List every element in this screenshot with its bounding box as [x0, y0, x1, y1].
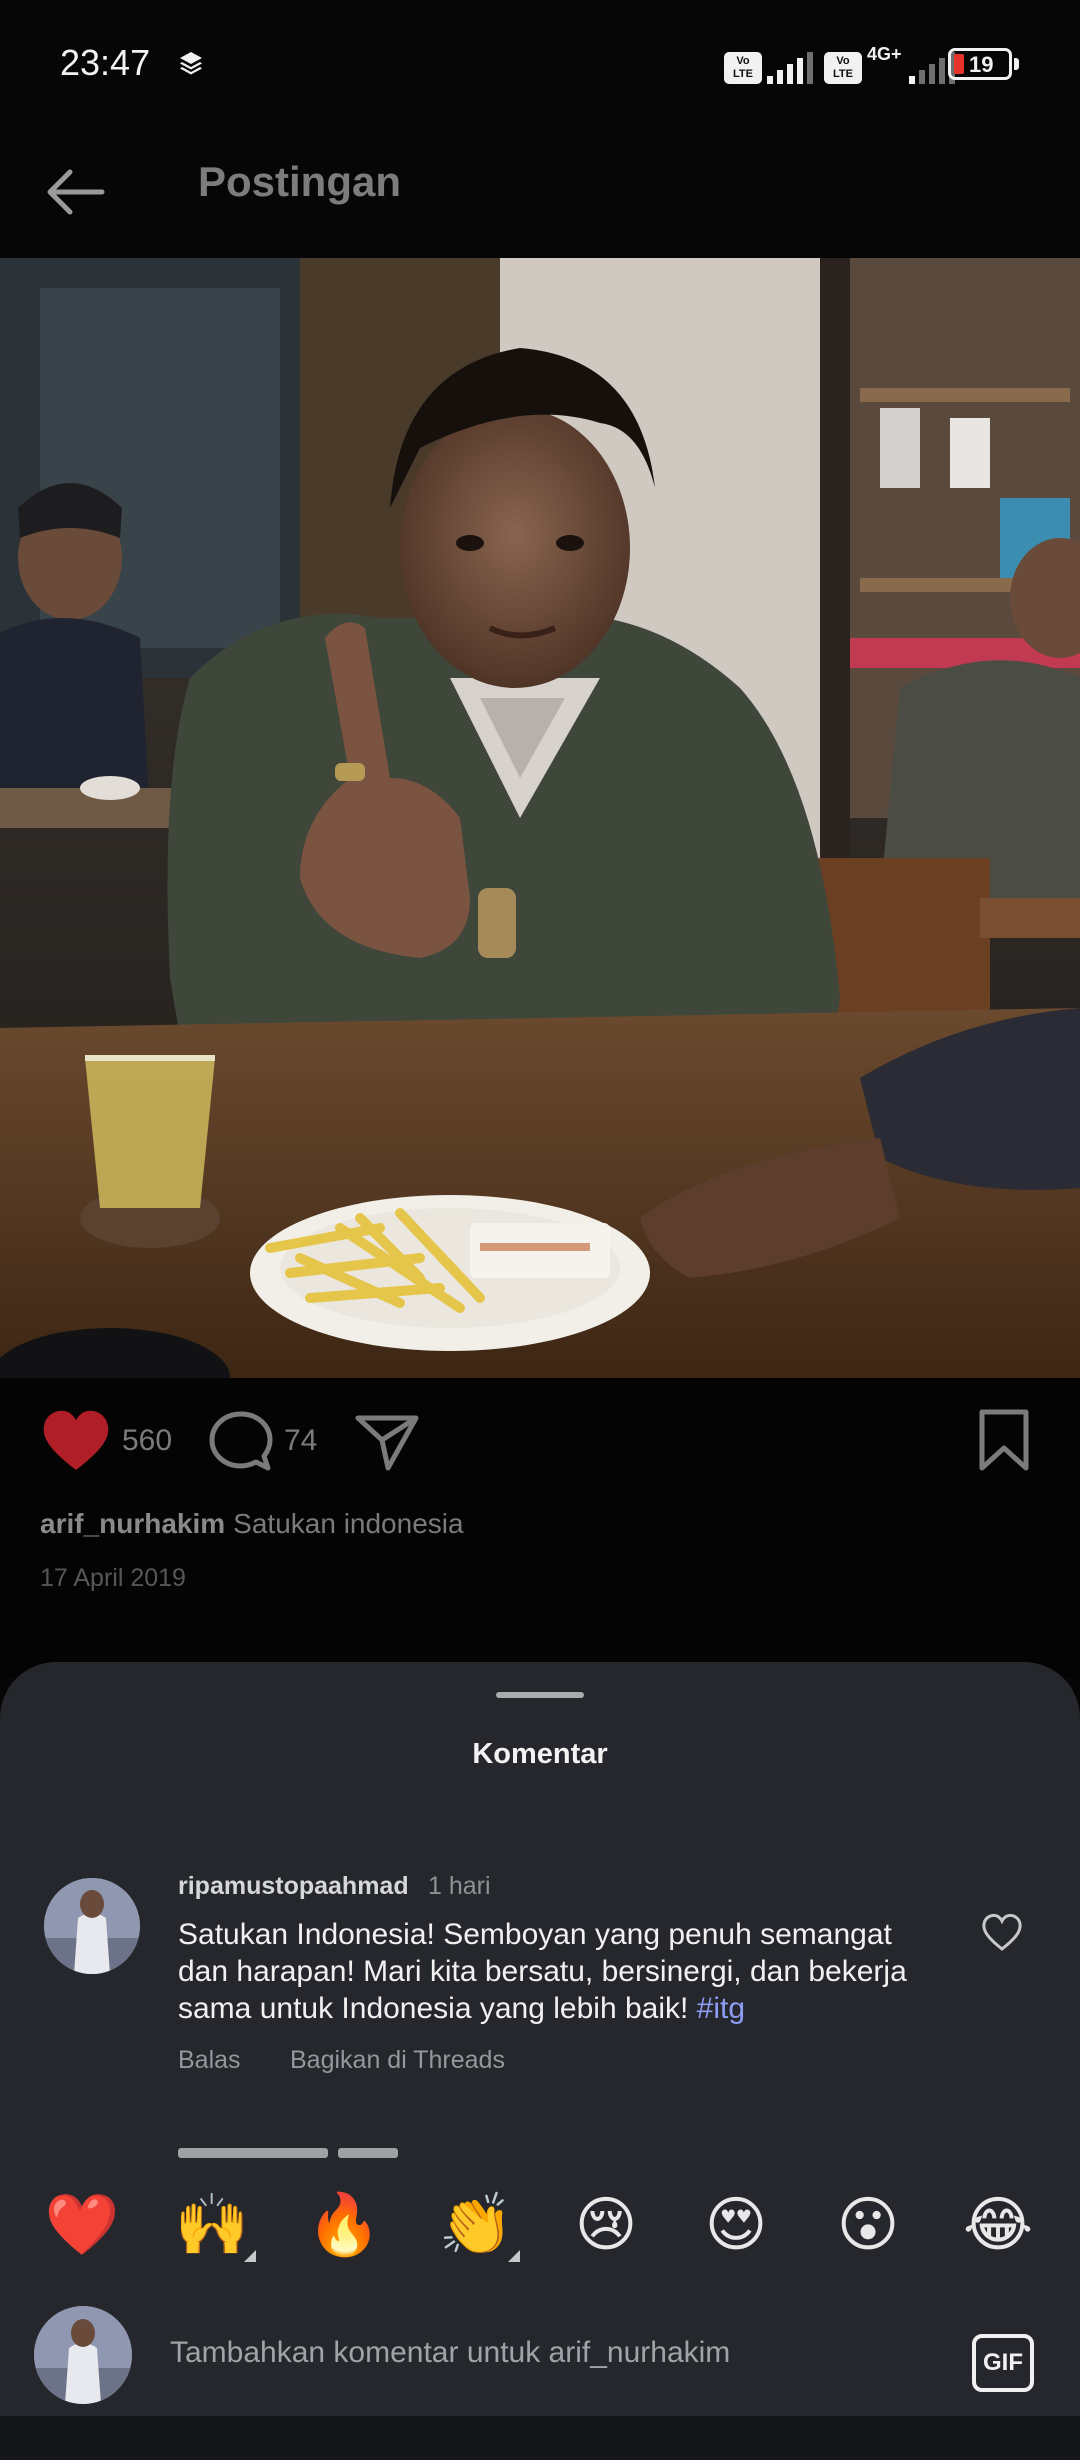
emoji-surprised[interactable]: 😮: [828, 2190, 908, 2260]
bookmark-icon[interactable]: [976, 1408, 1032, 1472]
comment-hashtag[interactable]: #itg: [697, 1992, 745, 2025]
comment-input[interactable]: Tambahkan komentar untuk arif_nurhakim: [170, 2336, 730, 2370]
post-photo[interactable]: [0, 258, 1080, 1378]
sheet-drag-handle[interactable]: [496, 1692, 584, 1698]
comments-sheet: Komentar ripamustopaahmad 1 hari Satukan…: [0, 1662, 1080, 2460]
sheet-title: Komentar: [472, 1738, 608, 1770]
emoji-laughing[interactable]: 😂: [958, 2190, 1038, 2260]
post-caption: arif_nurhakim Satukan indonesia: [40, 1508, 464, 1540]
caption-text: Satukan indonesia: [233, 1508, 464, 1539]
emoji-quick-bar: ❤️ 🙌 🔥 👏 😢 😍 😮 😂: [0, 2164, 1080, 2296]
emoji-clapping[interactable]: 👏: [436, 2190, 520, 2262]
my-avatar: [34, 2306, 132, 2404]
heart-outline-icon[interactable]: [980, 1912, 1024, 1952]
emoji-heart[interactable]: ❤️: [42, 2190, 122, 2260]
comment-text: Satukan Indonesia! Semboyan yang penuh s…: [178, 1916, 948, 2027]
page-title: Postingan: [198, 158, 402, 205]
comment-body: Satukan Indonesia! Semboyan yang penuh s…: [178, 1918, 907, 2025]
comment-composer: Tambahkan komentar untuk arif_nurhakim G…: [0, 2296, 1080, 2416]
reply-link[interactable]: Balas: [178, 2046, 241, 2075]
comment-username[interactable]: ripamustopaahmad: [178, 1872, 409, 1901]
volte-badge-1: Vo LTE: [724, 52, 762, 84]
volte-badge-2: Vo LTE: [824, 52, 862, 84]
arrow-left-icon[interactable]: [40, 160, 112, 224]
like-count[interactable]: 560: [122, 1424, 172, 1458]
emoji-fire[interactable]: 🔥: [304, 2190, 384, 2260]
caption-username[interactable]: arif_nurhakim: [40, 1508, 225, 1539]
comment-time: 1 hari: [428, 1872, 491, 1900]
share-threads-link[interactable]: Bagikan di Threads: [290, 2046, 505, 2075]
post-actions: 560 74 arif_nurhakim Satukan indonesia 17…: [0, 1378, 1080, 1678]
network-type: 4G+: [867, 44, 902, 64]
comment-count[interactable]: 74: [284, 1424, 317, 1458]
layers-icon: [180, 52, 202, 75]
signal-bars-icon: [767, 52, 813, 84]
post-image: [0, 258, 1080, 1378]
system-nav-bar: [0, 2416, 1080, 2460]
status-bar: 23:47 Vo LTE Vo LTE 4G+ 19: [0, 0, 1080, 130]
comment-icon[interactable]: [206, 1408, 276, 1474]
status-time: 23:47: [60, 42, 151, 83]
heart-filled-icon[interactable]: [40, 1408, 112, 1474]
gif-button[interactable]: GIF: [972, 2334, 1034, 2392]
send-icon[interactable]: [354, 1412, 420, 1472]
emoji-crying[interactable]: 😢: [566, 2190, 646, 2260]
commenter-avatar[interactable]: [44, 1878, 140, 1974]
battery-level: 19: [969, 52, 994, 77]
post-date: 17 April 2019: [40, 1564, 186, 1592]
sim2-signal: Vo LTE 4G+: [824, 44, 955, 84]
sim1-signal: Vo LTE: [724, 44, 813, 84]
emoji-raised-hands[interactable]: 🙌: [172, 2190, 256, 2262]
top-app-bar: Postingan: [0, 130, 1080, 258]
next-comment-peek: [178, 2148, 478, 2158]
emoji-heart-eyes[interactable]: 😍: [696, 2190, 776, 2260]
battery-icon: 19: [948, 48, 1012, 80]
